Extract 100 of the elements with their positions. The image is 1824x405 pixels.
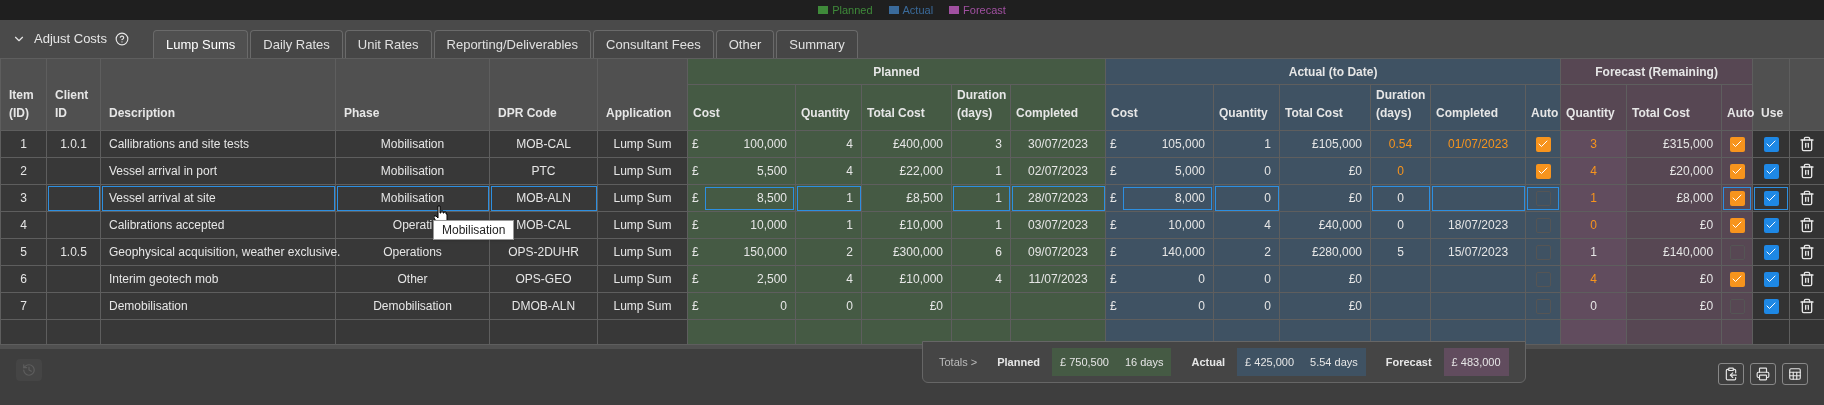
table-cell: £105,000 [1279, 130, 1371, 158]
column-header: Description [100, 58, 336, 131]
cost-value: 8,500 [704, 185, 795, 211]
table-cell: £0 [1279, 292, 1371, 320]
table-cell: 0 [1560, 292, 1627, 320]
table-row[interactable]: 5 1.0.5 Geophysical acquisition, weather exclusive. Operations OPS-2DUHR Lump Sum £ 150,000 2 £300,000 6 09/07/2023 £ 140,000 2 £280,000 5 15/07/2023 1 £140,000 [0, 238, 1824, 266]
check-icon [1731, 273, 1744, 285]
cost-value: 10,000 [1167, 216, 1207, 234]
checkbox[interactable] [1763, 271, 1779, 287]
table-cell: Demobilisation [100, 292, 336, 320]
table-cell: 4 [795, 157, 862, 185]
check-icon [1765, 219, 1778, 231]
column-header: Duration (days) [1370, 84, 1431, 131]
print-icon [1756, 367, 1770, 381]
table-cell: Lump Sum [597, 265, 688, 293]
table-cell: 0 [1213, 265, 1280, 293]
currency-symbol: £ [1110, 136, 1118, 153]
column-header: Total Cost [1626, 84, 1722, 131]
checkbox[interactable] [1763, 244, 1779, 260]
collapse-toggle[interactable]: Adjust Costs [0, 20, 145, 58]
copy-button[interactable] [1718, 363, 1744, 385]
check-icon [1765, 246, 1778, 258]
table-cell: Mobilisation [335, 130, 490, 158]
group-header: Actual (to Date) [1105, 58, 1561, 85]
checkbox[interactable] [1763, 136, 1779, 152]
table-cell: Calibrations accepted [100, 211, 336, 239]
currency-symbol: £ [1110, 190, 1118, 207]
tab[interactable]: Other [715, 30, 775, 58]
column-header: Client ID [46, 58, 101, 131]
checkbox[interactable] [1763, 190, 1779, 206]
table-cell: 02/07/2023 [1010, 157, 1106, 185]
tab[interactable]: Daily Rates [250, 30, 343, 58]
table-row[interactable]: 6 Interim geotech mob Other OPS-GEO Lump Sum £ 2,500 4 £10,000 4 11/07/2023 £ 0 0 £0 4 £0 [0, 265, 1824, 293]
checkbox[interactable] [1729, 163, 1745, 179]
checkbox[interactable] [1729, 136, 1745, 152]
table-cell: 2 [1213, 238, 1280, 266]
table-row[interactable]: 3 Vessel arrival at site Mobilisation MOB-ALN Lump Sum £ 8,500 1 £8,500 1 28/07/2023 £ 8,000 0 £0 0 1 £8,000 [0, 184, 1824, 212]
table-cell: Lump Sum [597, 211, 688, 239]
tab[interactable]: Reporting/Deliverables [433, 30, 592, 58]
table-cell: Vessel arrival in port [100, 157, 336, 185]
column-header: Quantity [1213, 84, 1280, 131]
cost-value: 100,000 [742, 135, 788, 153]
clipboard-icon [1724, 367, 1738, 381]
check-icon [1537, 165, 1550, 177]
table-cell: DMOB-ALN [489, 292, 598, 320]
table-cell: £22,000 [861, 157, 952, 185]
table-row[interactable]: 7 Demobilisation Demobilisation DMOB-ALN Lump Sum £ 0 0 £0 £ 0 0 £0 0 £0 [0, 292, 1824, 320]
currency-symbol: £ [692, 136, 700, 153]
legend-label: Actual [902, 2, 934, 18]
table-cell: 4 [1560, 265, 1627, 293]
column-header: DPR Code [489, 58, 598, 131]
currency-symbol: £ [692, 298, 700, 315]
trash-icon [1799, 163, 1816, 179]
table-row[interactable]: 1 1.0.1 Callibrations and site tests Mobilisation MOB-CAL Lump Sum £ 100,000 4 £400,000 3 30/07/2023 £ 105,000 1 £105,000 0.54 01/07/2023 3 £315,000 [0, 130, 1824, 158]
column-header: Phase [335, 58, 490, 131]
column-header: Cost [687, 84, 796, 131]
table-cell: 1.0.1 [46, 130, 101, 158]
tab[interactable]: Summary [776, 30, 858, 58]
checkbox[interactable] [1535, 136, 1551, 152]
checkbox[interactable] [1763, 217, 1779, 233]
print-button[interactable] [1750, 363, 1776, 385]
checkbox[interactable] [1729, 217, 1745, 233]
checkbox[interactable] [1729, 190, 1745, 206]
currency-symbol: £ [1110, 298, 1118, 315]
tab[interactable]: Lump Sums [153, 30, 249, 58]
table-cell: £40,000 [1279, 211, 1371, 239]
table-cell: £0 [1279, 157, 1371, 185]
table-cell: Vessel arrival at site [100, 184, 336, 212]
table-cell: Other [335, 265, 490, 293]
checkbox[interactable] [1763, 298, 1779, 314]
cost-value: 0 [1197, 297, 1207, 315]
checkbox[interactable] [1763, 163, 1779, 179]
table-cell: 30/07/2023 [1010, 130, 1106, 158]
tab[interactable]: Unit Rates [344, 30, 432, 58]
checkbox[interactable] [1729, 271, 1745, 287]
table-row[interactable]: 2 Vessel arrival in port Mobilisation PTC Lump Sum £ 5,500 4 £22,000 1 02/07/2023 £ 5,000 0 £0 0 4 £20,000 [0, 157, 1824, 185]
column-header: Completed [1010, 84, 1106, 131]
checkbox[interactable] [1535, 163, 1551, 179]
table-cell: 0 [1560, 211, 1627, 239]
cost-value: 140,000 [1160, 243, 1207, 261]
table-cell: Callibrations and site tests [100, 130, 336, 158]
currency-symbol: £ [692, 217, 700, 234]
cost-value: 105,000 [1160, 135, 1207, 153]
export-button[interactable] [1782, 363, 1808, 385]
column-header: Total Cost [1279, 84, 1371, 131]
table-cell: £10,000 [861, 211, 952, 239]
table-cell: Lump Sum [597, 238, 688, 266]
currency-symbol: £ [1110, 244, 1118, 261]
tab[interactable]: Consultant Fees [593, 30, 714, 58]
cost-value: 8,000 [1122, 185, 1214, 211]
table-cell: £0 [1279, 265, 1371, 293]
check-icon [1765, 192, 1778, 204]
table-cell: 0 [795, 292, 862, 320]
check-icon [1765, 165, 1778, 177]
column-header: Completed [1430, 84, 1526, 131]
table-cell: Demobilisation [335, 292, 490, 320]
table-cell: 4 [795, 265, 862, 293]
table-cell: 2 [0, 157, 47, 185]
check-icon [1765, 300, 1778, 312]
table-cell: 01/07/2023 [1430, 130, 1526, 158]
